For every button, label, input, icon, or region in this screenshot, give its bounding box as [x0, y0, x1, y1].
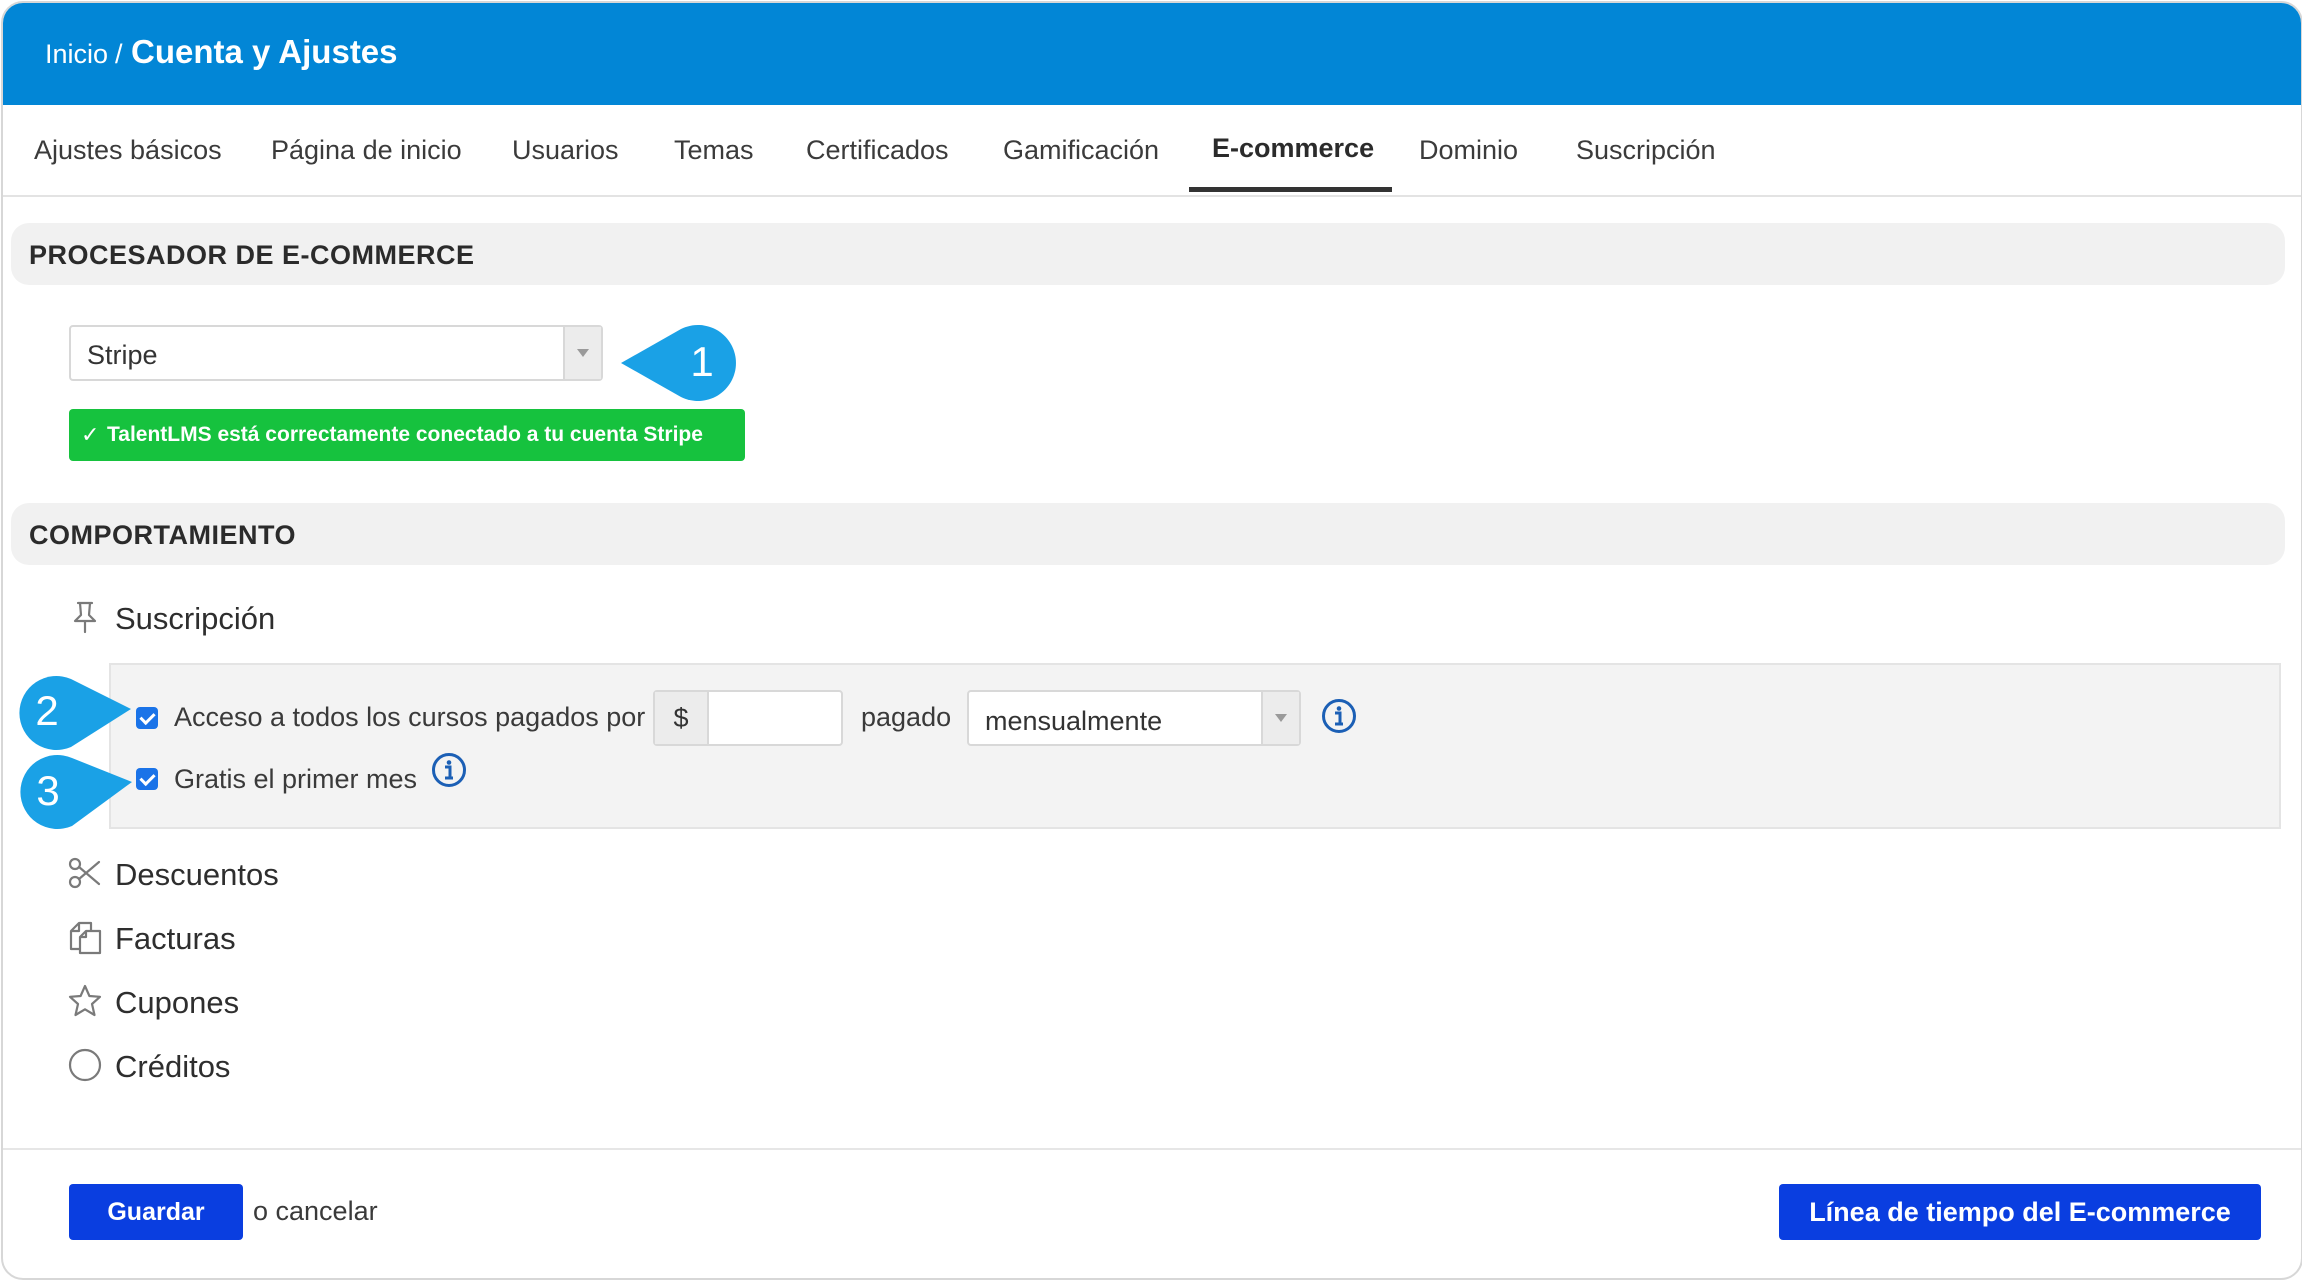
tab-gamificacion[interactable]: Gamificación	[1003, 135, 1159, 166]
billing-period-select[interactable]: mensualmente	[967, 690, 1301, 746]
callout-3-label: 3	[36, 767, 59, 814]
price-field: $	[653, 690, 843, 746]
behavior-section-title: COMPORTAMIENTO	[29, 520, 296, 550]
tab-dominio[interactable]: Dominio	[1419, 135, 1518, 166]
info-icon[interactable]	[1321, 698, 1357, 734]
stripe-connected-badge: ✓ TalentLMS está correctamente conectado…	[69, 409, 745, 461]
subscription-label: Suscripción	[115, 601, 276, 636]
currency-addon: $	[655, 692, 709, 744]
breadcrumb-separator: /	[115, 39, 123, 69]
subscription-panel	[109, 663, 2281, 829]
paid-label: pagado	[861, 702, 952, 732]
billing-period-value: mensualmente	[985, 706, 1163, 736]
access-all-courses-label: Acceso a todos los cursos pagados por	[174, 702, 646, 732]
info-icon[interactable]	[431, 752, 467, 788]
tab-certificados[interactable]: Certificados	[806, 135, 949, 166]
free-first-month-checkbox[interactable]	[136, 768, 158, 790]
tab-pagina-de-inicio[interactable]: Página de inicio	[271, 135, 462, 166]
stripe-connected-text: TalentLMS está correctamente conectado a…	[107, 423, 703, 446]
cancel-link[interactable]: o cancelar	[253, 1196, 378, 1227]
active-tab-indicator	[1189, 187, 1392, 192]
page-title: Cuenta y Ajustes	[131, 33, 398, 70]
circle-icon	[68, 1048, 102, 1082]
scissors-icon	[68, 857, 101, 889]
tab-suscripcion[interactable]: Suscripción	[1576, 135, 1716, 166]
price-input[interactable]	[709, 692, 843, 746]
callout-1: 1	[621, 325, 736, 401]
chevron-down-icon	[563, 327, 601, 379]
processor-select[interactable]: Stripe	[69, 325, 603, 381]
processor-section-header: PROCESADOR DE E-COMMERCE	[11, 223, 2285, 285]
breadcrumb-home-link[interactable]: Inicio	[45, 39, 108, 70]
settings-tabs: Ajustes básicos Página de inicio Usuario…	[3, 105, 2301, 197]
processor-select-value: Stripe	[87, 340, 158, 370]
callout-1-label: 1	[690, 338, 713, 385]
coupons-label: Cupones	[115, 985, 240, 1020]
tab-usuarios[interactable]: Usuarios	[512, 135, 619, 166]
app-window: Inicio / Cuenta y Ajustes Ajustes básico…	[1, 1, 2302, 1280]
credits-label: Créditos	[115, 1049, 231, 1084]
behavior-section-header: COMPORTAMIENTO	[11, 503, 2285, 565]
free-first-month-label: Gratis el primer mes	[174, 764, 418, 794]
chevron-down-icon	[1261, 692, 1299, 744]
processor-section-title: PROCESADOR DE E-COMMERCE	[29, 240, 475, 270]
discounts-label: Descuentos	[115, 857, 279, 892]
tab-e-commerce[interactable]: E-commerce	[1212, 133, 1374, 164]
invoices-label: Facturas	[115, 921, 236, 956]
star-icon	[68, 984, 102, 1017]
save-button[interactable]: Guardar	[69, 1184, 243, 1240]
footer-divider	[3, 1148, 2301, 1150]
tab-temas[interactable]: Temas	[674, 135, 754, 166]
pin-icon	[73, 601, 97, 634]
tab-ajustes-basicos[interactable]: Ajustes básicos	[34, 135, 222, 166]
callout-2-label: 2	[35, 687, 58, 734]
page-header: Inicio / Cuenta y Ajustes	[3, 3, 2301, 105]
access-all-courses-checkbox[interactable]	[136, 707, 158, 729]
callout-3: 3	[20, 755, 133, 829]
invoices-icon	[69, 921, 102, 955]
callout-2: 2	[19, 676, 132, 750]
check-icon: ✓	[81, 422, 100, 447]
ecommerce-timeline-button[interactable]: Línea de tiempo del E-commerce	[1779, 1184, 2261, 1240]
